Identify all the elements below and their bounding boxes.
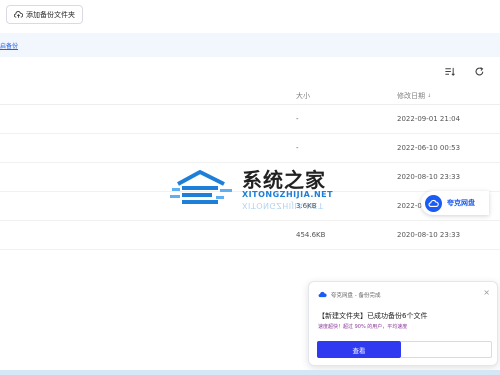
row-size: - [296,115,299,123]
notification-app-line: 夸克网盘 - 备份完成 [331,292,381,299]
watermark-reflection: XITONGZHIJIA.NET [242,201,324,210]
column-header-modified-label: 修改日期 [397,92,425,100]
sort-list-icon[interactable] [444,66,455,77]
backup-complete-notification: 夸克网盘 - 备份完成 × 【新建文件夹】已成功备份6个文件 速度超快！超过 9… [308,281,498,366]
watermark-title: 系统之家 [242,168,326,192]
row-date: 2022-09-01 21:04 [397,115,461,123]
row-size: 454.6KB [296,231,326,239]
cloud-upload-icon [14,10,23,19]
add-backup-folder-label: 添加备份文件夹 [26,10,75,19]
watermark: 系统之家 XITONGZHIJIA.NET XITONGZHIJIA.NET [170,160,370,215]
row-date: 2020-08-10 23:33 [397,173,461,181]
secondary-button[interactable] [401,341,492,358]
quark-drive-badge-label: 夸克网盘 [447,199,475,207]
quark-cloud-icon [318,290,327,299]
add-backup-folder-button[interactable]: 添加备份文件夹 [6,5,83,24]
quark-drive-badge[interactable]: 夸克网盘 [421,191,489,215]
table-row[interactable]: 454.6KB 2020-08-10 23:33 [0,221,500,250]
sort-down-icon: ↓ [427,93,432,99]
view-button[interactable]: 查看 [317,341,401,358]
column-header-size[interactable]: 大小 [296,91,310,101]
row-size: - [296,144,299,152]
refresh-icon[interactable] [474,66,485,77]
close-icon[interactable]: × [483,288,490,297]
notification-title: 【新建文件夹】已成功备份6个文件 [318,312,428,320]
watermark-subtitle: XITONGZHIJIA.NET [242,190,334,199]
column-header-modified[interactable]: 修改日期 ↓ [397,91,431,101]
table-row[interactable]: - 2022-09-01 21:04 [0,105,500,134]
watermark-logo-icon [170,170,232,204]
notification-subtitle: 速度超快！超过 90% 的用户，平均速度 [318,324,408,330]
enable-backup-link[interactable]: 启备份 [0,41,18,50]
row-date: 2022-06-10 00:53 [397,144,461,152]
row-date: 2020-08-10 23:33 [397,231,461,239]
table-row[interactable]: - 2022-06-10 00:53 [0,134,500,163]
notification-header: 夸克网盘 - 备份完成 [318,290,380,299]
info-bar: 启备份 [0,33,500,57]
cloud-icon [425,194,442,212]
bottom-strip [0,370,500,375]
